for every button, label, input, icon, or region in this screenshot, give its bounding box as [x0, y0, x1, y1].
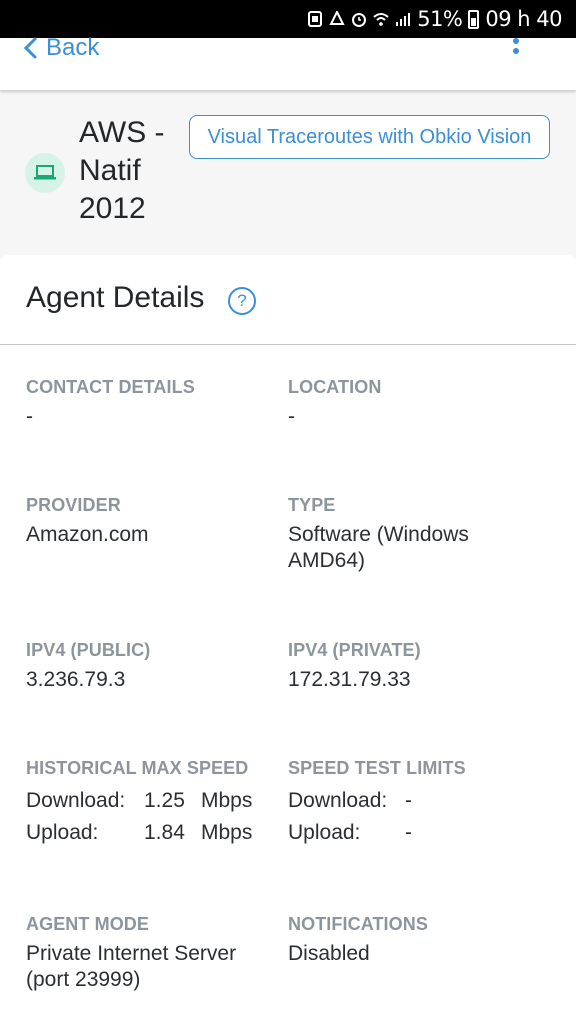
historical-download-unit: Mbps [201, 789, 253, 812]
contact-details-label: CONTACT DETAILS [26, 377, 195, 397]
historical-upload-value: 1.84 [144, 821, 185, 844]
type-value: Software (Windows AMD64) [288, 523, 469, 572]
historical-max-speed-field: HISTORICAL MAX SPEED Download: 1.25 Mbps… [26, 758, 276, 853]
historical-download-value: 1.25 [144, 789, 185, 812]
help-icon[interactable]: ? [228, 287, 256, 315]
location-label: LOCATION [288, 377, 382, 397]
limits-download-value: - [405, 789, 412, 812]
back-label: Back [46, 34, 100, 61]
historical-download-row: Download: 1.25 Mbps [26, 789, 276, 821]
recycle-icon [329, 11, 345, 25]
notifications-value: Disabled [288, 942, 370, 965]
limits-upload-row: Upload: - [288, 821, 548, 853]
ipv4-public-value: 3.236.79.3 [26, 668, 126, 691]
chevron-left-icon [23, 37, 37, 59]
app-bar: Back [0, 34, 576, 90]
type-field: TYPE Software (Windows AMD64) [288, 495, 498, 574]
divider [0, 344, 576, 345]
ipv4-public-label: IPV4 (PUBLIC) [26, 640, 151, 660]
back-button[interactable]: Back [22, 34, 99, 62]
provider-label: PROVIDER [26, 495, 121, 515]
location-value: - [288, 405, 295, 428]
historical-upload-label: Upload: [26, 821, 99, 844]
contact-details-value: - [26, 405, 33, 428]
ipv4-private-label: IPV4 (PRIVATE) [288, 640, 421, 660]
historical-max-speed-label: HISTORICAL MAX SPEED [26, 758, 249, 778]
historical-download-label: Download: [26, 789, 126, 812]
signal-icon [396, 13, 411, 26]
notification-icon [308, 11, 323, 27]
alarm-icon [352, 13, 367, 27]
historical-upload-unit: Mbps [201, 821, 253, 844]
provider-value: Amazon.com [26, 523, 149, 546]
limits-download-label: Download: [288, 789, 388, 812]
ipv4-private-value: 172.31.79.33 [288, 668, 411, 691]
notifications-label: NOTIFICATIONS [288, 914, 428, 934]
more-options-icon[interactable] [510, 38, 522, 62]
limits-upload-label: Upload: [288, 821, 361, 844]
agent-name: AWS - Natif 2012 [79, 116, 165, 225]
battery-icon [468, 9, 480, 29]
wifi-icon [373, 13, 389, 26]
agent-mode-label: AGENT MODE [26, 914, 150, 934]
provider-field: PROVIDER Amazon.com [26, 495, 276, 548]
agent-mode-value: Private Internet Server (port 23999) [26, 942, 237, 991]
type-label: TYPE [288, 495, 336, 515]
speed-test-limits-field: SPEED TEST LIMITS Download: - Upload: - [288, 758, 548, 853]
limits-upload-value: - [405, 821, 412, 844]
location-field: LOCATION - [288, 377, 548, 430]
status-bar: 51% 09 h 40 [0, 0, 576, 38]
agent-mode-field: AGENT MODE Private Internet Server (port… [26, 914, 266, 993]
ipv4-public-field: IPV4 (PUBLIC) 3.236.79.3 [26, 640, 276, 693]
notifications-field: NOTIFICATIONS Disabled [288, 914, 548, 967]
historical-upload-row: Upload: 1.84 Mbps [26, 821, 276, 853]
ipv4-private-field: IPV4 (PRIVATE) 172.31.79.33 [288, 640, 548, 693]
clock: 09 h 40 [485, 7, 562, 31]
page-title: Agent Details [26, 281, 205, 314]
laptop-icon [25, 153, 65, 193]
contact-details-field: CONTACT DETAILS - [26, 377, 276, 430]
visual-traceroutes-button[interactable]: Visual Traceroutes with Obkio Vision [189, 115, 550, 159]
battery-percent: 51% [417, 7, 463, 31]
speed-test-limits-label: SPEED TEST LIMITS [288, 758, 466, 778]
limits-download-row: Download: - [288, 789, 548, 821]
